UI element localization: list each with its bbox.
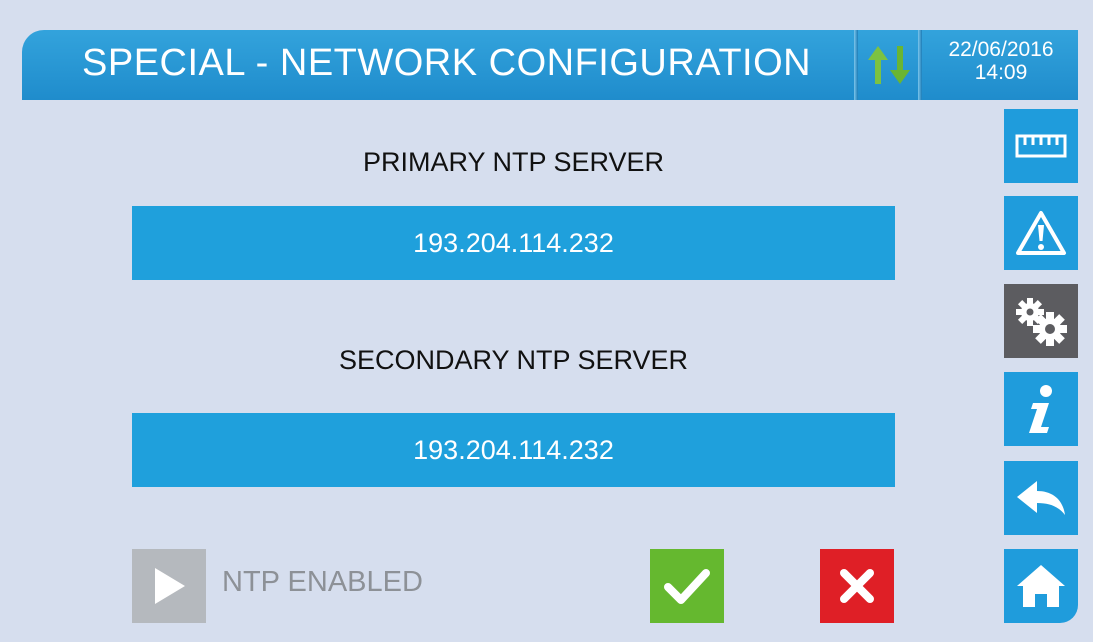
- gears-icon: [1016, 298, 1067, 346]
- sidebar-item-info[interactable]: [1004, 372, 1078, 446]
- header-divider: [918, 30, 922, 100]
- ntp-enabled-label: NTP ENABLED: [222, 566, 423, 598]
- up-down-arrows-icon: [868, 46, 910, 84]
- ntp-enable-toggle[interactable]: [132, 549, 206, 623]
- close-icon: [840, 569, 874, 603]
- sidebar-item-measurements[interactable]: [1004, 109, 1078, 183]
- time-text: 14:09: [974, 61, 1028, 84]
- warning-icon: [1016, 211, 1066, 255]
- secondary-ntp-label: SECONDARY NTP SERVER: [338, 345, 689, 375]
- cancel-button[interactable]: [820, 549, 894, 623]
- header-divider: [854, 30, 858, 100]
- sidebar-item-back[interactable]: [1004, 461, 1078, 535]
- sidebar-item-home[interactable]: [1004, 549, 1078, 623]
- date-text: 22/06/2016: [948, 38, 1054, 61]
- secondary-ntp-field[interactable]: 193.204.114.232: [132, 413, 895, 487]
- primary-ntp-label: PRIMARY NTP SERVER: [362, 147, 665, 177]
- sidebar-item-settings[interactable]: [1004, 284, 1078, 358]
- datetime-display: 22/06/2016 14:09: [926, 38, 1076, 84]
- info-icon: [1029, 385, 1052, 433]
- checkmark-icon: [664, 569, 710, 604]
- header-bar: SPECIAL - NETWORK CONFIGURATION 22/06/20…: [22, 30, 1078, 100]
- page-title: SPECIAL - NETWORK CONFIGURATION: [82, 42, 812, 84]
- home-icon: [1017, 565, 1065, 607]
- play-icon: [155, 568, 185, 604]
- network-config-screen: SPECIAL - NETWORK CONFIGURATION 22/06/20…: [0, 0, 1093, 642]
- back-arrow-icon: [1017, 481, 1065, 515]
- ruler-icon: [1015, 134, 1067, 158]
- sidebar-item-alarms[interactable]: [1004, 196, 1078, 270]
- confirm-button[interactable]: [650, 549, 724, 623]
- primary-ntp-field[interactable]: 193.204.114.232: [132, 206, 895, 280]
